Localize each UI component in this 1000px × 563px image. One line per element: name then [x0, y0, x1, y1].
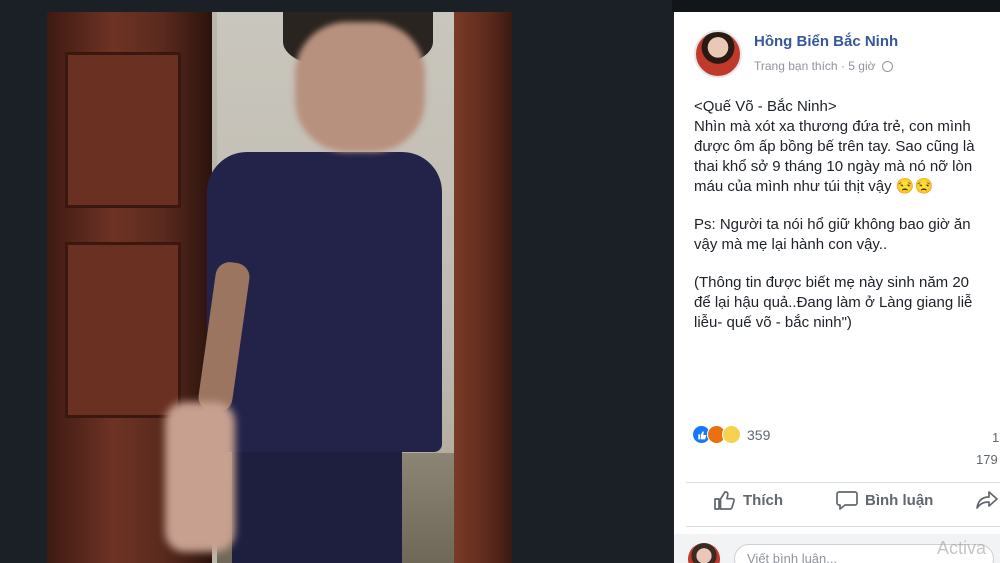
- like-label: Thích: [743, 491, 783, 509]
- post-line: máu của mình như túi thịt vậy 😒😒: [694, 178, 934, 195]
- comment-button[interactable]: Bình luận: [836, 490, 933, 510]
- post-card: Hồng Biển Bắc Ninh Trang bạn thích · 5 g…: [674, 12, 1000, 563]
- author-name[interactable]: Hồng Biển Bắc Ninh: [754, 33, 898, 50]
- photo-blurred-face: [295, 22, 425, 152]
- reaction-count[interactable]: 359: [747, 427, 770, 443]
- meta-time[interactable]: 5 giờ: [848, 59, 875, 73]
- post-paragraph: (Thông tin được biết mẹ này sinh năm 20 …: [694, 273, 1000, 333]
- like-button[interactable]: Thích: [714, 490, 783, 510]
- divider: [686, 526, 1000, 527]
- photo-blurred-area: [165, 402, 235, 552]
- post-line: Ps: Người ta nói hổ giữ không bao giờ ăn: [694, 216, 971, 233]
- post-photo[interactable]: [47, 12, 512, 563]
- author-avatar[interactable]: [694, 30, 742, 78]
- photo-door-frame: [454, 12, 512, 563]
- comment-label: Bình luận: [865, 491, 934, 509]
- post-line: liễu- quế võ - bắc ninh"): [694, 314, 852, 331]
- post-line: <Quế Võ - Bắc Ninh>: [694, 98, 837, 115]
- photo-door-panel: [65, 52, 181, 208]
- photo-viewer: [0, 0, 672, 563]
- activation-watermark: Activa: [937, 538, 987, 558]
- meta-separator: ·: [840, 59, 845, 73]
- share-arrow-icon: [976, 491, 998, 509]
- post-line: vậy mà mẹ lại hành con vậy..: [694, 236, 888, 253]
- divider: [686, 482, 1000, 483]
- viewer-avatar: [688, 543, 720, 563]
- meta-source[interactable]: Trang bạn thích: [754, 59, 838, 73]
- post-line: để lại hậu quả..Đang làm ở Làng giang li…: [694, 294, 973, 311]
- globe-icon: [881, 61, 893, 72]
- post-line: Nhìn mà xót xa thương đứa trẻ, con mình: [694, 118, 971, 135]
- speech-bubble-icon: [836, 491, 858, 510]
- comments-count[interactable]: 1: [992, 430, 999, 445]
- photo-door-panel: [65, 242, 181, 418]
- thumbs-up-icon: [714, 491, 735, 510]
- shares-count[interactable]: 179: [976, 452, 998, 467]
- sad-reaction-icon: [722, 425, 741, 444]
- post-line: thai khổ sở 9 tháng 10 ngày mà nó nỡ lòn: [694, 158, 973, 175]
- post-actions: Thích Bình luận: [674, 490, 1000, 518]
- reaction-summary[interactable]: 359: [692, 425, 770, 444]
- post-paragraph: <Quế Võ - Bắc Ninh> Nhìn mà xót xa thươn…: [694, 97, 1000, 197]
- post-body: <Quế Võ - Bắc Ninh> Nhìn mà xót xa thươn…: [694, 97, 1000, 351]
- post-line: (Thông tin được biết mẹ này sinh năm 20: [694, 274, 970, 291]
- post-line: được ôm ấp bồng bế trên tay. Sao cũng là: [694, 138, 975, 155]
- share-button[interactable]: [976, 490, 1000, 510]
- post-paragraph: Ps: Người ta nói hổ giữ không bao giờ ăn…: [694, 215, 1000, 255]
- post-meta: Trang bạn thích · 5 giờ: [754, 59, 893, 73]
